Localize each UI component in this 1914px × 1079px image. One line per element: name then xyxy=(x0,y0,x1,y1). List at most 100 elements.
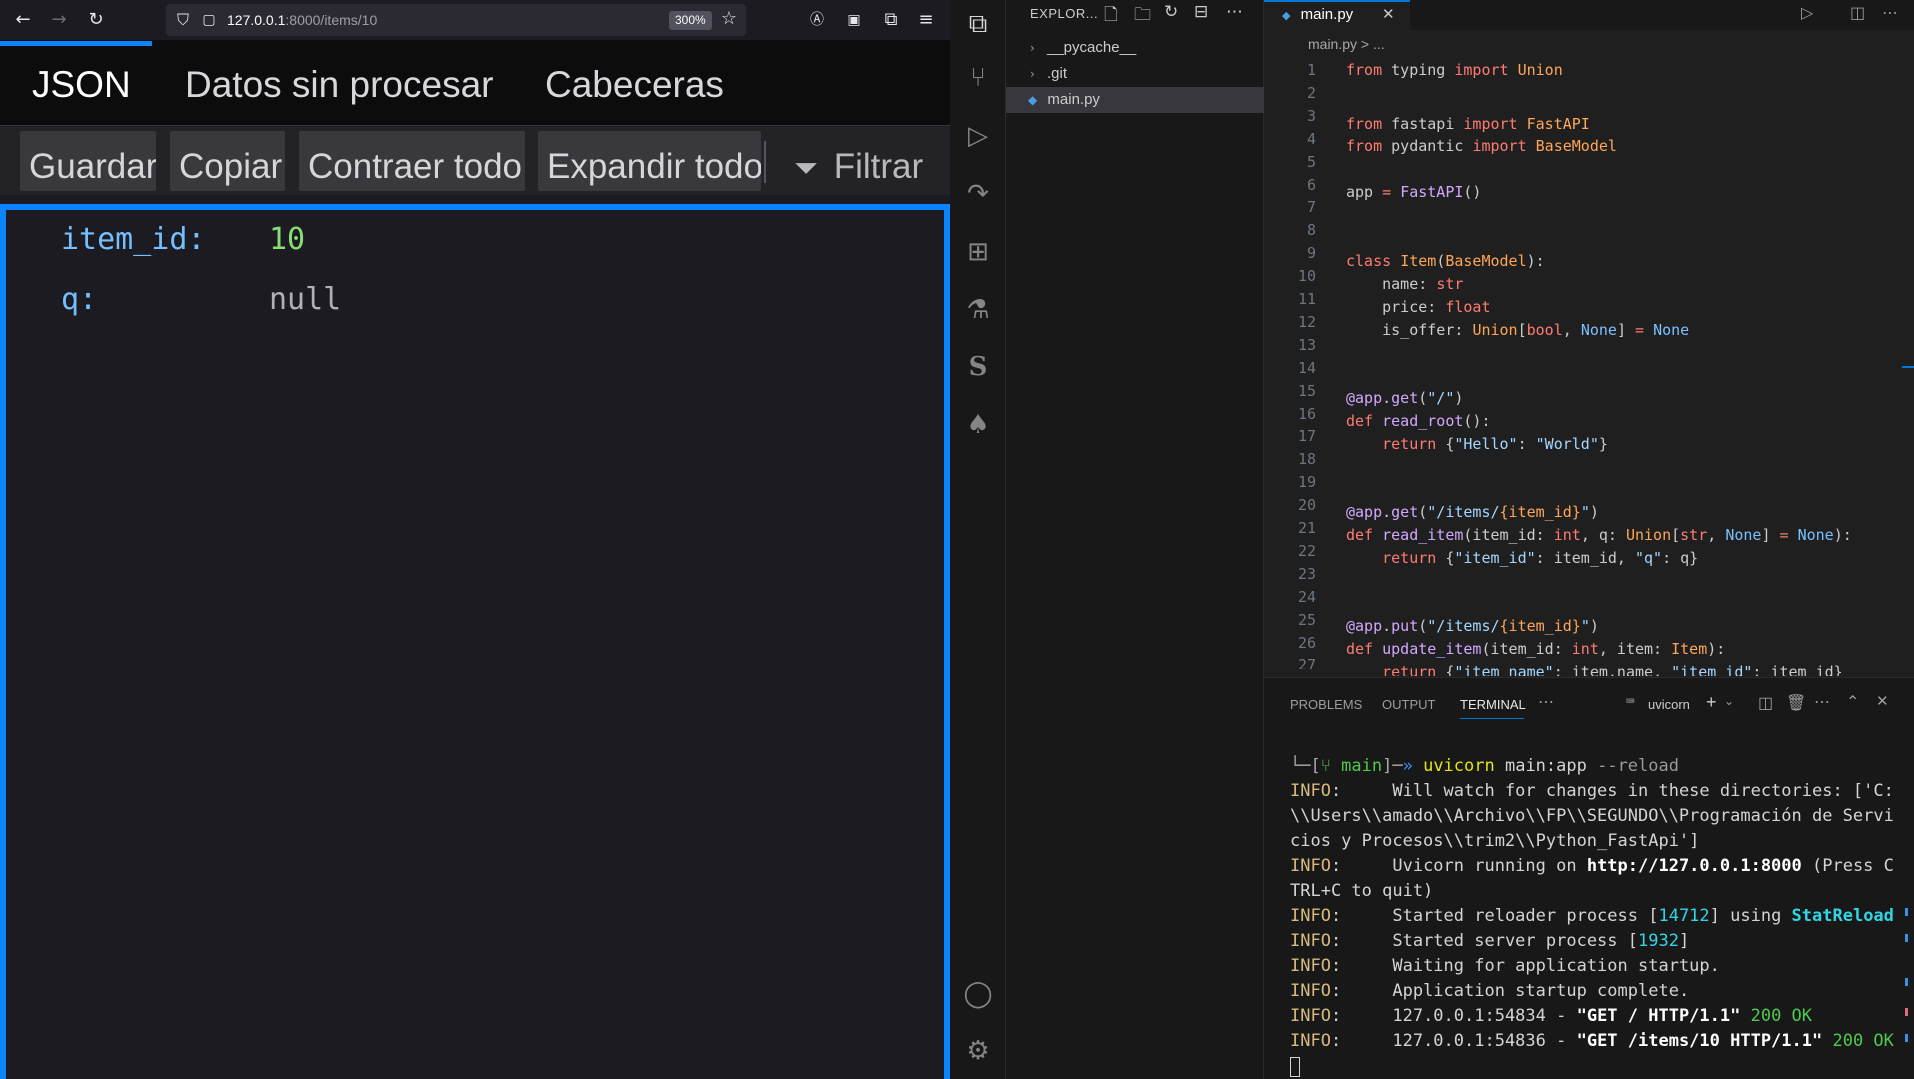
chevron-down-icon[interactable]: ⌄ xyxy=(1724,694,1734,708)
json-value-item-id[interactable]: 10 xyxy=(269,222,305,257)
python-file-icon: ◆ xyxy=(1028,93,1038,107)
refresh-icon[interactable]: ↻ xyxy=(1164,2,1178,22)
tab-headers[interactable]: Cabeceras xyxy=(545,64,724,106)
line-number: 8 xyxy=(1306,221,1316,240)
code-line[interactable]: return {"Hello": "World"} xyxy=(1346,435,1608,453)
code-line[interactable]: from fastapi import FastAPI xyxy=(1346,115,1590,133)
tree-item-git[interactable]: › .git xyxy=(1006,61,1264,87)
terminal-line: INFO: Uvicorn running on http://127.0.0.… xyxy=(1290,856,1894,876)
line-number: 19 xyxy=(1297,473,1316,492)
back-arrow-icon[interactable]: ← xyxy=(12,10,34,32)
chevron-right-icon: › xyxy=(1030,67,1035,81)
s-extension-icon[interactable]: S xyxy=(950,343,1006,391)
remote-icon[interactable]: ↷ xyxy=(950,170,1006,218)
maximize-panel-icon[interactable]: ⌃ xyxy=(1846,692,1859,712)
split-terminal-icon[interactable]: ◫ xyxy=(1758,693,1773,713)
line-number: 2 xyxy=(1306,83,1316,102)
extension-image-icon[interactable]: ▣ xyxy=(843,10,865,32)
code-line[interactable]: name: str xyxy=(1346,275,1463,293)
json-toolbar: Guardar Copiar Contraer todo Expandir to… xyxy=(0,127,950,195)
testing-flask-icon[interactable]: ⚗ xyxy=(950,286,1006,334)
json-key-item-id[interactable]: item_id: xyxy=(61,222,206,257)
tab-raw-data[interactable]: Datos sin procesar xyxy=(185,64,493,106)
new-file-icon[interactable]: 🗋 xyxy=(1104,2,1118,31)
filter-box[interactable]: ⏷ Filtrar xyxy=(776,131,946,191)
line-number: 25 xyxy=(1297,610,1316,629)
tree-item-pycache[interactable]: › __pycache__ xyxy=(1006,35,1264,61)
explorer-files-icon[interactable]: ⧉ xyxy=(950,0,1006,48)
editor-tab-main-py[interactable]: ◆ main.py ✕ xyxy=(1264,0,1410,30)
source-control-icon[interactable]: ⑂ xyxy=(950,54,1006,102)
zoom-level-badge[interactable]: 300% xyxy=(669,11,712,30)
page-info-icon[interactable]: ▢ xyxy=(198,10,220,32)
line-number: 9 xyxy=(1306,244,1316,263)
line-number: 12 xyxy=(1297,312,1316,331)
terminal-line: INFO: Application startup complete. xyxy=(1290,981,1690,1001)
url-bar[interactable]: ⛉ ▢ 127.0.0.1:8000/items/10 300% ☆ xyxy=(166,4,746,36)
add-terminal-icon[interactable]: + xyxy=(1706,692,1717,713)
extensions-icon[interactable]: ⊞ xyxy=(950,228,1006,276)
more-actions-icon[interactable]: ⋯ xyxy=(1882,3,1898,22)
code-line[interactable]: @app.get("/items/{item_id}") xyxy=(1346,503,1599,521)
code-line[interactable]: return {"item_id": item_id, "q": q} xyxy=(1346,549,1698,567)
tab-output[interactable]: OUTPUT xyxy=(1382,697,1435,712)
account-icon[interactable]: Ⓐ xyxy=(806,10,828,32)
run-icon[interactable]: ▷ xyxy=(1801,3,1813,22)
code-line[interactable]: @app.get("/") xyxy=(1346,389,1463,407)
trash-icon[interactable]: 🗑 xyxy=(1786,693,1806,713)
code-line[interactable]: app = FastAPI() xyxy=(1346,183,1481,201)
explorer-sidebar: EXPLOR... 🗋 🗀 ↻ ⊟ ⋯ › __pycache__ › .git… xyxy=(1006,0,1264,1079)
breadcrumb[interactable]: main.py > ... xyxy=(1308,36,1385,52)
more-actions-icon[interactable]: ⋯ xyxy=(1226,2,1243,22)
close-panel-icon[interactable]: ✕ xyxy=(1876,692,1889,710)
split-editor-icon[interactable]: ◫ xyxy=(1850,3,1865,22)
scrollbar-marker xyxy=(1905,1034,1908,1042)
more-actions-icon[interactable]: ⋯ xyxy=(1814,692,1830,712)
line-number: 15 xyxy=(1297,381,1316,400)
new-folder-icon[interactable]: 🗀 xyxy=(1134,2,1151,31)
code-line[interactable]: return {"item_name": item.name, "item_id… xyxy=(1346,663,1843,676)
code-line[interactable]: def update_item(item_id: int, item: Item… xyxy=(1346,640,1725,658)
more-tabs-icon[interactable]: ⋯ xyxy=(1538,692,1554,712)
shield-icon[interactable]: ⛉ xyxy=(172,10,194,32)
json-key-q[interactable]: q: xyxy=(61,282,97,317)
code-line[interactable]: from typing import Union xyxy=(1346,61,1563,79)
forward-arrow-icon[interactable]: → xyxy=(48,10,70,32)
code-line[interactable]: @app.put("/items/{item_id}") xyxy=(1346,617,1599,635)
terminal-line: TRL+C to quit) xyxy=(1290,881,1434,901)
code-line[interactable]: is_offer: Union[bool, None] = None xyxy=(1346,321,1689,339)
line-number: 10 xyxy=(1297,267,1316,286)
menu-hamburger-icon[interactable]: ≡ xyxy=(915,10,937,32)
code-line[interactable]: price: float xyxy=(1346,298,1490,316)
line-number: 17 xyxy=(1297,427,1316,446)
close-icon[interactable]: ✕ xyxy=(1382,2,1395,28)
leaf-extension-icon[interactable]: ♠ xyxy=(950,401,1006,449)
collapse-folders-icon[interactable]: ⊟ xyxy=(1194,2,1208,22)
copy-button[interactable]: Copiar xyxy=(170,131,285,191)
extensions-puzzle-icon[interactable]: ⧉ xyxy=(880,10,902,32)
tree-item-main-py[interactable]: ◆ main.py xyxy=(1006,87,1264,113)
code-line[interactable]: def read_item(item_id: int, q: Union[str… xyxy=(1346,526,1852,544)
code-line[interactable]: def read_root(): xyxy=(1346,412,1491,430)
tree-item-label: __pycache__ xyxy=(1046,39,1137,56)
code-line[interactable]: class Item(BaseModel): xyxy=(1346,252,1545,270)
terminal-cursor[interactable] xyxy=(1290,1057,1300,1077)
run-debug-icon[interactable]: ▷ xyxy=(950,112,1006,160)
tab-json[interactable]: JSON xyxy=(32,64,131,106)
code-line[interactable]: from pydantic import BaseModel xyxy=(1346,137,1617,155)
json-value-q[interactable]: null xyxy=(269,282,341,317)
collapse-all-button[interactable]: Contraer todo xyxy=(299,131,525,191)
line-number: 13 xyxy=(1297,335,1316,354)
terminal-name[interactable]: uvicorn xyxy=(1648,697,1690,712)
account-icon[interactable]: ◯ xyxy=(950,970,1006,1018)
reload-icon[interactable]: ↻ xyxy=(85,10,107,32)
tab-problems[interactable]: PROBLEMS xyxy=(1290,697,1362,712)
chevron-right-icon: › xyxy=(1030,41,1035,55)
settings-gear-icon[interactable]: ⚙ xyxy=(950,1027,1006,1075)
save-button[interactable]: Guardar xyxy=(20,131,156,191)
tab-terminal[interactable]: TERMINAL xyxy=(1460,697,1526,712)
scrollbar-marker xyxy=(1905,934,1908,942)
bookmark-star-icon[interactable]: ☆ xyxy=(718,9,740,31)
line-number: 14 xyxy=(1297,358,1316,377)
expand-all-button[interactable]: Expandir todo xyxy=(538,131,761,191)
